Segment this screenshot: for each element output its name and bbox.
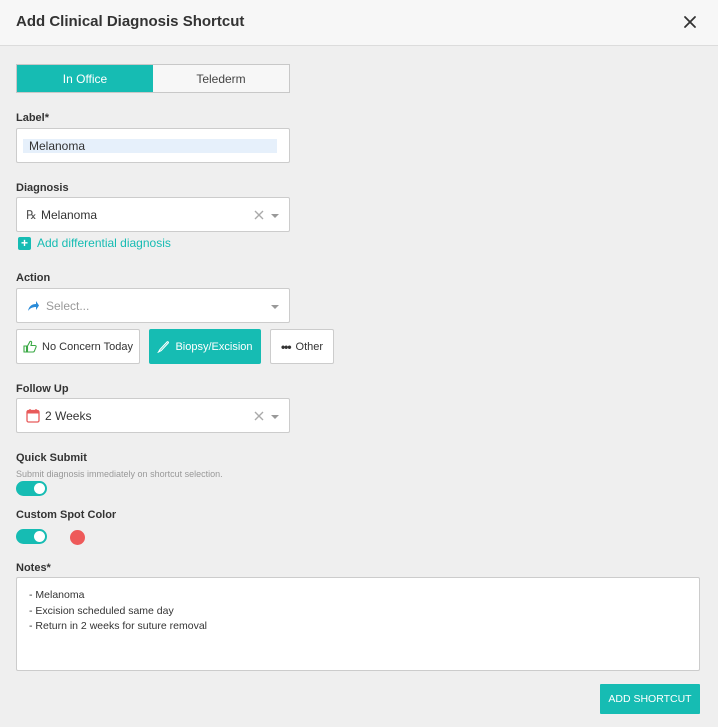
action-select[interactable]: Select...	[16, 288, 290, 323]
tab-telederm[interactable]: Telederm	[153, 65, 289, 92]
quick-submit-description: Submit diagnosis immediately on shortcut…	[16, 469, 223, 479]
notes-line: - Excision scheduled same day	[29, 604, 174, 617]
mode-tabs: In Office Telederm	[16, 64, 290, 93]
plus-icon: +	[18, 236, 31, 250]
follow-up-value: 2 Weeks	[45, 409, 92, 423]
add-differential-diagnosis-link[interactable]: + Add differential diagnosis	[18, 236, 171, 250]
chevron-down-icon[interactable]	[271, 415, 279, 419]
custom-spot-color-toggle[interactable]	[16, 529, 47, 544]
diagnosis-value: Melanoma	[41, 208, 98, 222]
label-input-box[interactable]: Melanoma	[16, 128, 290, 163]
clear-icon[interactable]	[253, 209, 265, 221]
scalpel-icon	[157, 341, 170, 353]
action-label: Action	[16, 272, 51, 284]
label-field-label: Label*	[16, 112, 50, 124]
share-arrow-icon	[28, 301, 39, 311]
calendar-icon	[26, 409, 40, 423]
follow-up-select[interactable]: 2 Weeks	[16, 398, 290, 433]
follow-up-label: Follow Up	[16, 383, 69, 395]
quick-submit-label: Quick Submit	[16, 452, 87, 464]
tab-in-office[interactable]: In Office	[17, 65, 153, 92]
action-no-concern-button[interactable]: No Concern Today	[16, 329, 140, 364]
diagnosis-label: Diagnosis	[16, 182, 69, 194]
clear-icon[interactable]	[253, 410, 265, 422]
spot-color-swatch[interactable]	[70, 530, 85, 545]
action-placeholder: Select...	[46, 299, 90, 313]
quick-submit-toggle[interactable]	[16, 481, 47, 496]
thumbs-up-icon	[23, 340, 37, 353]
dialog-title: Add Clinical Diagnosis Shortcut	[16, 13, 245, 30]
add-differential-label: Add differential diagnosis	[37, 236, 171, 250]
notes-label: Notes*	[16, 562, 51, 574]
more-dots-icon: •••	[280, 339, 292, 354]
add-shortcut-button[interactable]: ADD SHORTCUT	[600, 684, 700, 714]
close-icon[interactable]	[680, 12, 700, 32]
chevron-down-icon[interactable]	[271, 214, 279, 218]
biopsy-excision-label: Biopsy/Excision	[175, 340, 253, 353]
dialog-header: Add Clinical Diagnosis Shortcut	[0, 0, 718, 46]
other-label: Other	[295, 340, 324, 353]
diagnosis-select[interactable]: ℞ Melanoma	[16, 197, 290, 232]
notes-line: - Melanoma	[29, 589, 85, 601]
notes-line: - Return in 2 weeks for suture removal	[29, 620, 207, 632]
custom-spot-color-label: Custom Spot Color	[16, 509, 117, 521]
action-biopsy-excision-button[interactable]: Biopsy/Excision	[149, 329, 261, 364]
label-input[interactable]: Melanoma	[23, 139, 277, 153]
action-other-button[interactable]: ••• Other	[270, 329, 334, 364]
rx-icon: ℞	[26, 208, 37, 222]
no-concern-label: No Concern Today	[42, 340, 133, 353]
chevron-down-icon[interactable]	[271, 305, 279, 309]
notes-textarea[interactable]: - Melanoma - Excision scheduled same day…	[16, 577, 700, 671]
